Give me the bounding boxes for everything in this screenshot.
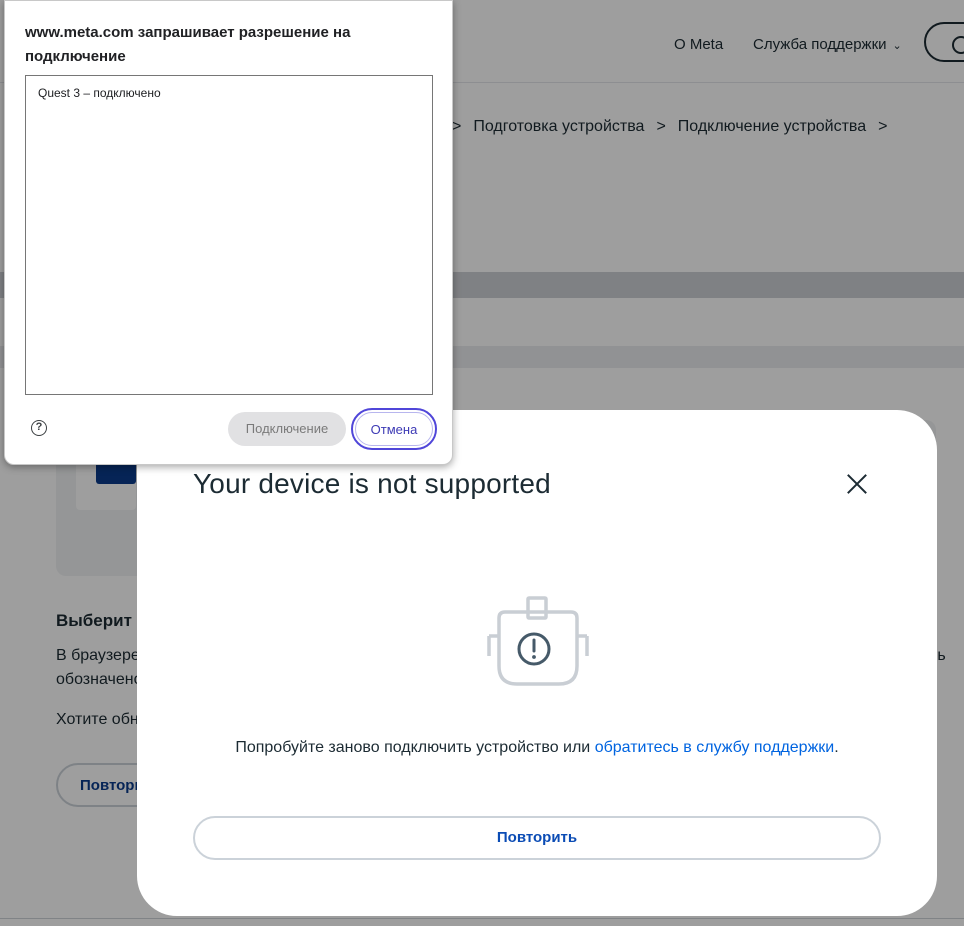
close-icon[interactable]: [843, 470, 871, 498]
device-not-supported-modal: Your device is not supported Попробуйте …: [137, 410, 937, 916]
device-list-item[interactable]: Quest 3 – подключено: [38, 86, 161, 100]
retry-button-label: Повторить: [496, 829, 578, 846]
retry-button[interactable]: Повторить: [193, 816, 881, 860]
modal-message-end: .: [834, 739, 839, 756]
contact-support-link[interactable]: обратитесь в службу поддержки: [595, 739, 835, 756]
bluetooth-permission-dialog: www.meta.com запрашивает разрешение на п…: [4, 0, 453, 465]
permission-dialog-title: www.meta.com запрашивает разрешение на п…: [25, 24, 351, 65]
vr-headset-warning-icon: [487, 596, 589, 686]
help-icon[interactable]: ?: [31, 420, 47, 436]
modal-message-text: Попробуйте заново подключить устройство …: [235, 739, 595, 756]
modal-title: Your device is not supported: [193, 468, 551, 499]
cancel-button[interactable]: Отмена: [351, 408, 437, 450]
device-list[interactable]: Quest 3 – подключено: [25, 75, 433, 395]
connect-button[interactable]: Подключение: [228, 412, 346, 446]
modal-message: Попробуйте заново подключить устройство …: [137, 739, 937, 757]
cancel-button-label: Отмена: [355, 412, 433, 446]
